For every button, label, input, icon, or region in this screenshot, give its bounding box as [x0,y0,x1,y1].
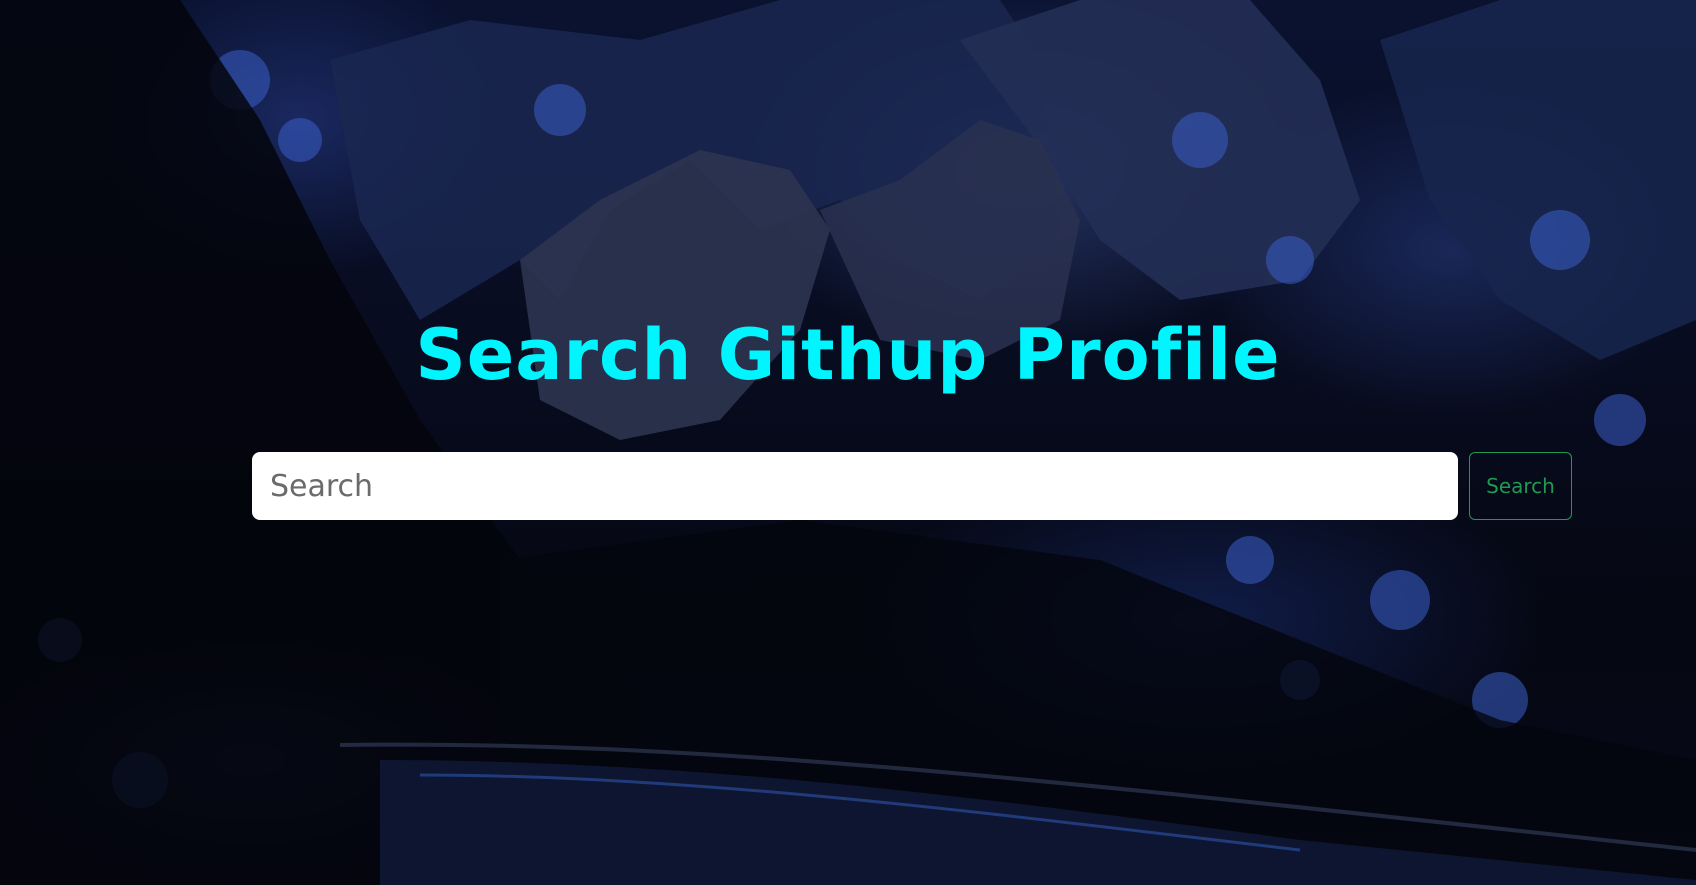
search-input[interactable] [252,452,1458,520]
page-title: Search Githup Profile [415,314,1281,396]
search-button[interactable]: Search [1469,452,1572,520]
search-form: Search [252,452,1572,520]
main-content: Search Githup Profile Search [0,0,1696,885]
